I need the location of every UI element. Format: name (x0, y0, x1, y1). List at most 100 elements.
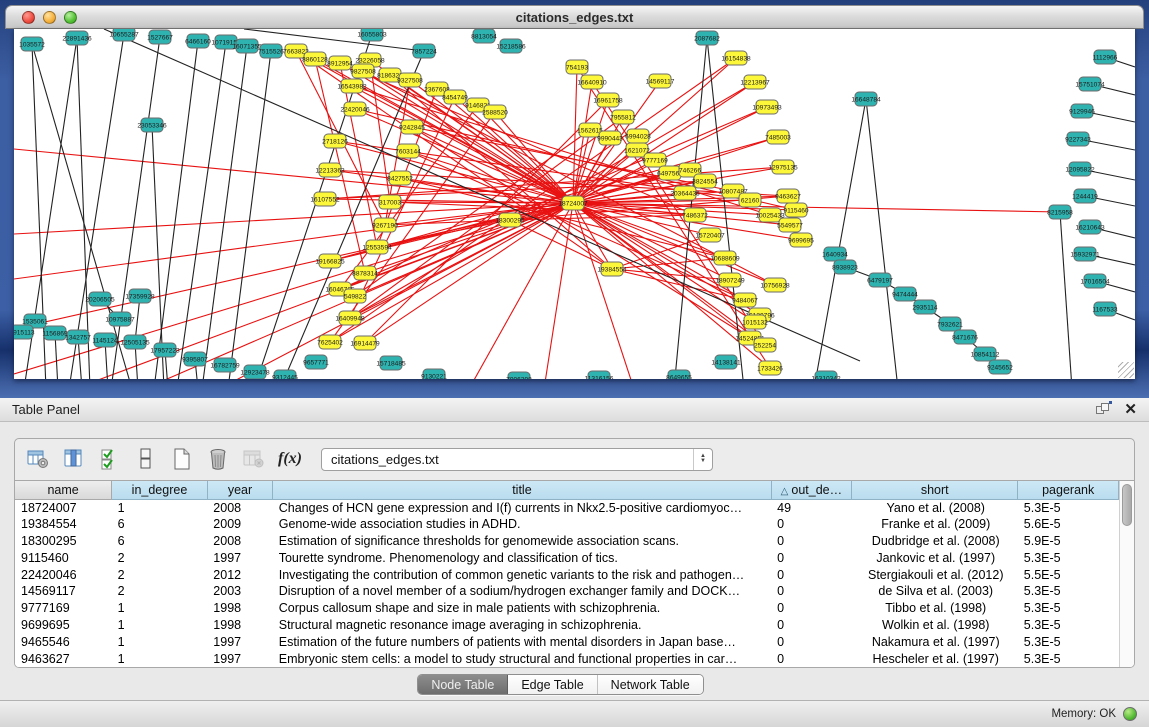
scrollbar-thumb[interactable] (1122, 484, 1132, 526)
network-node[interactable]: 7603144 (395, 144, 421, 158)
network-node[interactable]: 11316156 (585, 371, 614, 379)
network-node[interactable]: 9463627 (775, 189, 801, 203)
network-node[interactable]: 62160 (739, 193, 761, 207)
network-node[interactable]: 8860128 (302, 52, 328, 66)
network-node[interactable]: 9474444 (892, 287, 918, 301)
network-node[interactable]: 9267190 (372, 218, 398, 232)
close-window-icon[interactable] (22, 11, 35, 24)
column-header-short[interactable]: short (852, 481, 1018, 499)
network-node[interactable]: 8215958 (1047, 205, 1073, 219)
network-node[interactable]: 6994028 (625, 129, 651, 143)
network-node[interactable]: 1527667 (147, 30, 173, 44)
network-node[interactable]: 7857224 (411, 44, 437, 58)
network-node[interactable]: 1035572 (19, 37, 45, 51)
network-node[interactable]: 1156869 (42, 326, 68, 340)
network-node[interactable]: 9777169 (642, 153, 668, 167)
network-node[interactable]: 9395807 (182, 352, 208, 366)
column-header-year[interactable]: year (207, 481, 272, 499)
network-node[interactable]: 16310342 (811, 371, 841, 379)
network-node[interactable]: 7485003 (765, 130, 791, 144)
network-node[interactable]: 22891436 (62, 31, 92, 45)
network-node[interactable]: 7515526 (258, 44, 284, 58)
network-node[interactable]: 17016504 (1080, 274, 1110, 288)
network-node[interactable]: 8938923 (832, 260, 858, 274)
network-node[interactable]: 16154838 (721, 51, 751, 65)
network-node[interactable]: 7932621 (937, 317, 963, 331)
network-node[interactable]: 18724007 (558, 196, 588, 210)
network-node[interactable]: 9484067 (732, 293, 758, 307)
network-node[interactable]: 6466160 (185, 34, 211, 48)
network-node[interactable]: 14569117 (646, 74, 675, 88)
network-node[interactable]: 12975135 (768, 160, 798, 174)
network-node[interactable]: 3824554 (692, 174, 718, 188)
network-node[interactable]: 1167533 (1092, 302, 1118, 316)
column-header-out_de[interactable]: △out_de… (771, 481, 852, 499)
network-node[interactable]: 8813054 (471, 29, 497, 43)
float-panel-icon[interactable] (1096, 403, 1110, 416)
network-window-titlebar[interactable]: citations_edges.txt (5, 5, 1144, 29)
network-node[interactable]: 19384554 (597, 262, 627, 276)
column-header-pagerank[interactable]: pagerank (1018, 481, 1119, 499)
table-row[interactable]: 2242004622012Investigating the contribut… (15, 566, 1119, 583)
network-node[interactable]: 8878314 (352, 266, 378, 280)
table-row[interactable]: 977716911998Corpus callosum shape and si… (15, 600, 1119, 617)
network-node[interactable]: 12213967 (740, 75, 770, 89)
column-header-name[interactable]: name (15, 481, 112, 499)
network-node[interactable]: 19166825 (315, 254, 345, 268)
network-node[interactable]: 1112966 (1093, 50, 1118, 64)
select-all-icon[interactable] (97, 446, 123, 472)
network-node[interactable]: 15751074 (1075, 77, 1105, 91)
network-node[interactable]: 9245652 (987, 360, 1013, 374)
column-header-in_degree[interactable]: in_degree (112, 481, 208, 499)
network-node[interactable]: 9699695 (788, 233, 814, 247)
network-node[interactable]: 9327508 (397, 73, 423, 87)
network-node[interactable]: 16648784 (851, 92, 881, 106)
network-node[interactable]: 1342757 (65, 330, 91, 344)
network-node[interactable]: 2718126 (322, 134, 348, 148)
network-node[interactable]: 15932971 (1070, 247, 1100, 261)
network-node[interactable]: 1015132 (742, 315, 768, 329)
network-node[interactable]: 10854112 (971, 347, 1000, 361)
network-node[interactable]: 17957223 (150, 343, 180, 357)
network-node[interactable]: 2588520 (482, 105, 508, 119)
network-node[interactable]: 16961758 (593, 93, 623, 107)
table-row[interactable]: 1938455462009Genome-wide association stu… (15, 516, 1119, 533)
table-row[interactable]: 1456911722003Disruption of a novel membe… (15, 583, 1119, 600)
network-node[interactable]: 549822 (344, 289, 366, 303)
network-node[interactable]: 9115460 (783, 203, 809, 217)
vertical-scrollbar[interactable] (1119, 481, 1134, 667)
function-builder-icon[interactable]: f(x) (277, 446, 303, 472)
table-row[interactable]: 1830029562008Estimation of significance … (15, 533, 1119, 550)
network-node[interactable]: 12505135 (120, 335, 150, 349)
network-canvas[interactable]: 1872400776638228860128891295423226058982… (14, 29, 1135, 379)
network-node[interactable]: 7486372 (682, 208, 708, 222)
select-columns-icon[interactable] (61, 446, 87, 472)
delete-columns-icon[interactable] (205, 446, 231, 472)
network-node[interactable]: 7625402 (317, 335, 343, 349)
network-node[interactable]: 9242845 (399, 120, 425, 134)
tab-edge-table[interactable]: Edge Table (508, 675, 597, 694)
network-node[interactable]: 16055803 (357, 29, 387, 41)
network-node[interactable]: 18300295 (495, 213, 525, 227)
network-node[interactable]: 8471676 (952, 330, 978, 344)
network-node[interactable]: 18907249 (715, 273, 745, 287)
network-node[interactable]: 16107552 (310, 192, 340, 206)
network-node[interactable]: 10655287 (109, 29, 139, 41)
network-node[interactable]: 10756928 (760, 278, 790, 292)
table-row[interactable]: 946362711997Embryonic stem cells: a mode… (15, 650, 1119, 667)
network-node[interactable]: 10688609 (710, 251, 740, 265)
network-node[interactable]: 12095822 (1065, 162, 1095, 176)
network-node[interactable]: 9227343 (1065, 132, 1091, 146)
network-node[interactable]: 20206505 (85, 292, 115, 306)
column-header-title[interactable]: title (273, 481, 771, 499)
network-node[interactable]: 754193 (566, 60, 588, 74)
network-node[interactable]: 9657771 (303, 355, 329, 369)
network-node[interactable]: 7955812 (610, 110, 636, 124)
network-node[interactable]: 15218586 (496, 39, 526, 53)
network-node[interactable]: 12553594 (362, 240, 392, 254)
network-node[interactable]: 1244419 (1072, 189, 1098, 203)
network-node[interactable]: 9312445 (272, 370, 298, 379)
network-node[interactable]: 8427552 (387, 171, 413, 185)
create-column-icon[interactable] (169, 446, 195, 472)
network-node[interactable]: 16543982 (337, 79, 367, 93)
